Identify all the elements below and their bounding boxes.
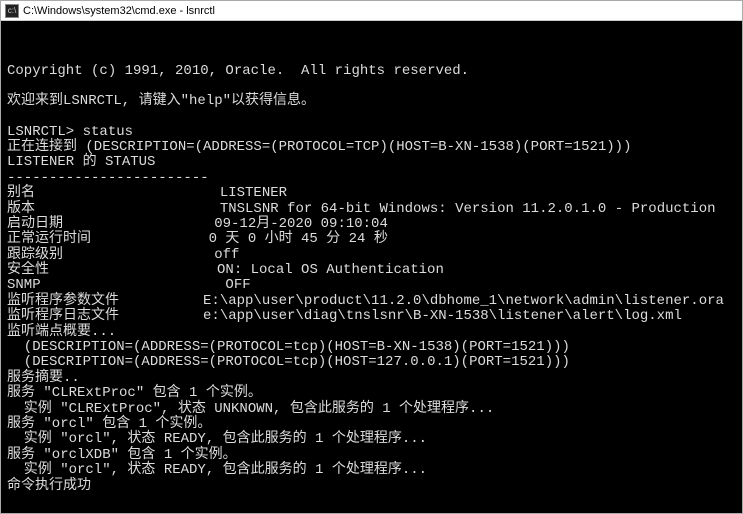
window-title: C:\Windows\system32\cmd.exe - lsnrctl [23, 5, 215, 17]
terminal-line: 监听程序日志文件 e:\app\user\diag\tnslsnr\B-XN-1… [7, 309, 736, 324]
terminal-line: 版本 TNSLSNR for 64-bit Windows: Version 1… [7, 202, 736, 217]
terminal-line: 欢迎来到LSNRCTL, 请键入"help"以获得信息。 [7, 94, 736, 109]
terminal-line: SNMP OFF [7, 278, 736, 293]
terminal-line: 别名 LISTENER [7, 186, 736, 201]
terminal-line [7, 79, 736, 94]
terminal-line: LSNRCTL> status [7, 125, 736, 140]
title-bar[interactable]: c:\ C:\Windows\system32\cmd.exe - lsnrct… [1, 1, 742, 21]
cmd-icon: c:\ [5, 4, 19, 18]
terminal-line: 实例 "orcl", 状态 READY, 包含此服务的 1 个处理程序... [7, 432, 736, 447]
terminal-line: 服务 "orclXDB" 包含 1 个实例。 [7, 448, 736, 463]
terminal-line: 命令执行成功 [7, 479, 736, 494]
terminal-output[interactable]: Copyright (c) 1991, 2010, Oracle. All ri… [1, 21, 742, 513]
terminal-line: (DESCRIPTION=(ADDRESS=(PROTOCOL=tcp)(HOS… [7, 340, 736, 355]
terminal-line: 正常运行时间 0 天 0 小时 45 分 24 秒 [7, 232, 736, 247]
cmd-window: c:\ C:\Windows\system32\cmd.exe - lsnrct… [0, 0, 743, 514]
terminal-line: 监听端点概要... [7, 325, 736, 340]
terminal-line: Copyright (c) 1991, 2010, Oracle. All ri… [7, 64, 736, 79]
terminal-line: 监听程序参数文件 E:\app\user\product\11.2.0\dbho… [7, 294, 736, 309]
terminal-line: ------------------------ [7, 171, 736, 186]
terminal-line: 安全性 ON: Local OS Authentication [7, 263, 736, 278]
terminal-line: LISTENER 的 STATUS [7, 155, 736, 170]
terminal-line [7, 110, 736, 125]
terminal-line: 实例 "orcl", 状态 READY, 包含此服务的 1 个处理程序... [7, 463, 736, 478]
terminal-line: 服务 "CLRExtProc" 包含 1 个实例。 [7, 386, 736, 401]
terminal-line: 实例 "CLRExtProc", 状态 UNKNOWN, 包含此服务的 1 个处… [7, 402, 736, 417]
terminal-line: 启动日期 09-12月-2020 09:10:04 [7, 217, 736, 232]
terminal-line: 跟踪级别 off [7, 248, 736, 263]
terminal-line: 服务摘要.. [7, 371, 736, 386]
terminal-line: (DESCRIPTION=(ADDRESS=(PROTOCOL=tcp)(HOS… [7, 355, 736, 370]
